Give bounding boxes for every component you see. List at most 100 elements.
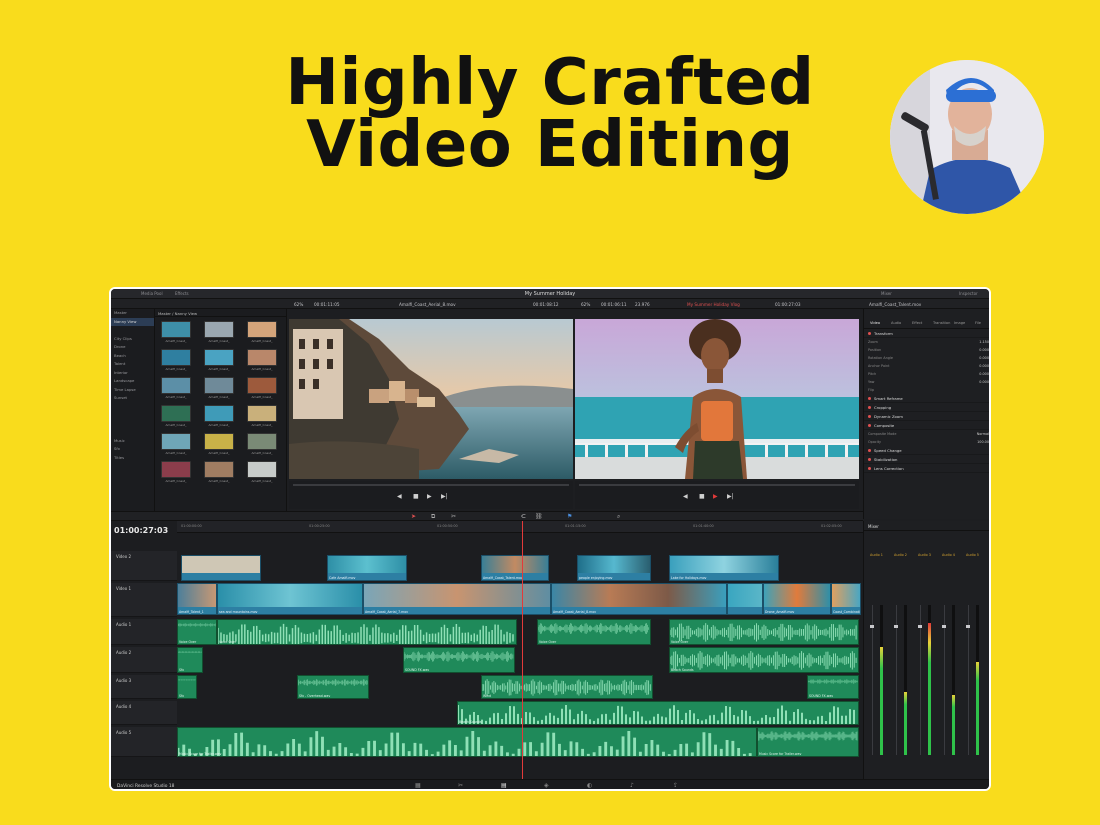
- page-deliver-icon[interactable]: ⇪: [673, 782, 678, 789]
- section-enabled-icon[interactable]: [868, 414, 871, 418]
- param-value[interactable]: 0.000: [979, 348, 989, 352]
- media-clip[interactable]: Amalfi_Coast_: [247, 405, 277, 427]
- media-clip[interactable]: Amalfi_Coast_: [161, 461, 191, 483]
- section-enabled-icon[interactable]: [868, 396, 871, 400]
- video-clip[interactable]: Coast_Combination: [831, 583, 861, 615]
- bin-item[interactable]: Beach: [111, 352, 154, 361]
- media-clip[interactable]: Amalfi_Coast_: [161, 349, 191, 371]
- source-play-reverse-icon[interactable]: ◀: [397, 493, 402, 500]
- video-clip[interactable]: Amalfi_Coast_Talent.mov: [481, 555, 549, 581]
- audio-clip[interactable]: Voice Over: [177, 619, 217, 645]
- param-value[interactable]: 0.000: [979, 372, 989, 376]
- inspector-param[interactable]: Flip: [864, 386, 989, 394]
- fader-knob[interactable]: [942, 625, 946, 628]
- video-clip[interactable]: sea and mountains.mov: [217, 583, 363, 615]
- audio-clip[interactable]: Music Score for Trailer.wav: [757, 727, 859, 757]
- audio-clip[interactable]: Music Score for Trailer.wav: [177, 727, 757, 757]
- media-clip[interactable]: Amalfi_Coast_: [161, 377, 191, 399]
- audio-clip[interactable]: SOUND FX.wav: [807, 675, 859, 699]
- bin-item[interactable]: Master: [111, 309, 154, 318]
- inspector-tab[interactable]: Transition: [933, 321, 950, 325]
- media-clip[interactable]: Amalfi_Coast_: [247, 377, 277, 399]
- page-color-icon[interactable]: ◐: [587, 782, 592, 789]
- param-value[interactable]: 100.00: [977, 440, 989, 444]
- timeline-scrubber[interactable]: [579, 484, 855, 486]
- inspector-tab[interactable]: Image: [954, 321, 965, 325]
- inspector-tab[interactable]: Effect: [912, 321, 922, 325]
- media-clip[interactable]: Amalfi_Coast_: [161, 321, 191, 343]
- timeline-next-icon[interactable]: ▶|: [727, 493, 734, 500]
- audio-clip[interactable]: Voice Over: [537, 619, 651, 645]
- channel-fader[interactable]: [894, 605, 898, 755]
- source-viewer[interactable]: [289, 319, 573, 479]
- media-clip[interactable]: Amalfi_Coast_: [204, 349, 234, 371]
- snapping-icon[interactable]: ⊂: [521, 513, 526, 520]
- bin-item[interactable]: [111, 420, 154, 429]
- source-next-icon[interactable]: ▶|: [441, 493, 448, 500]
- media-clip[interactable]: Amalfi_Coast_: [204, 321, 234, 343]
- channel-fader[interactable]: [942, 605, 946, 755]
- param-value[interactable]: Normal: [977, 432, 989, 436]
- audio-clip[interactable]: Voice Over: [669, 619, 859, 645]
- inspector-param[interactable]: Position 0.000: [864, 346, 989, 354]
- video-clip[interactable]: Lake for Holidays.mov: [669, 555, 779, 581]
- mixer-toggle[interactable]: Mixer: [881, 291, 892, 296]
- media-clip[interactable]: Amalfi_Coast_: [204, 433, 234, 455]
- track-header[interactable]: Audio 1: [111, 619, 177, 645]
- section-enabled-icon[interactable]: [868, 405, 871, 409]
- media-clip[interactable]: Amalfi_Coast_: [204, 461, 234, 483]
- timeline-play-icon[interactable]: ▶: [713, 493, 718, 500]
- source-stop-icon[interactable]: ■: [413, 493, 419, 500]
- audio-clip[interactable]: SOUND FX.wav: [403, 647, 515, 673]
- audio-clip[interactable]: Wind: [481, 675, 653, 699]
- bin-item[interactable]: Sunset: [111, 394, 154, 403]
- inspector-param[interactable]: Yaw 0.000: [864, 378, 989, 386]
- bin-item[interactable]: [111, 326, 154, 335]
- inspector-tab[interactable]: File: [975, 321, 981, 325]
- timeline-play-reverse-icon[interactable]: ◀: [683, 493, 688, 500]
- media-clip[interactable]: Amalfi_Coast_: [247, 461, 277, 483]
- channel-fader[interactable]: [966, 605, 970, 755]
- audio-clip[interactable]: Sfx: [177, 647, 203, 673]
- flag-icon[interactable]: ⚑: [567, 513, 572, 520]
- page-media-icon[interactable]: ▦: [415, 782, 421, 789]
- track-header[interactable]: Video 1: [111, 583, 177, 617]
- inspector-section[interactable]: Speed Change: [864, 446, 989, 455]
- param-value[interactable]: 0.000: [979, 380, 989, 384]
- source-scrubber[interactable]: [293, 484, 569, 486]
- fader-knob[interactable]: [966, 625, 970, 628]
- fader-knob[interactable]: [894, 625, 898, 628]
- media-clip[interactable]: Amalfi_Coast_: [204, 405, 234, 427]
- bin-item[interactable]: Talent: [111, 360, 154, 369]
- bin-item[interactable]: Sfx: [111, 445, 154, 454]
- timeline-stop-icon[interactable]: ■: [699, 493, 705, 500]
- source-play-icon[interactable]: ▶: [427, 493, 432, 500]
- audio-clip[interactable]: Sfx - Overhead.wav: [297, 675, 369, 699]
- bin-item[interactable]: [111, 403, 154, 412]
- audio-clip[interactable]: Beach Sounds: [457, 701, 859, 725]
- inspector-param[interactable]: Rotation Angle 0.000: [864, 354, 989, 362]
- inspector-section[interactable]: Composite: [864, 421, 989, 430]
- section-enabled-icon[interactable]: [868, 457, 871, 461]
- media-clip[interactable]: Amalfi_Coast_: [204, 377, 234, 399]
- selection-tool-icon[interactable]: ➤: [411, 513, 416, 520]
- media-clip[interactable]: Amalfi_Coast_: [247, 321, 277, 343]
- inspector-param[interactable]: Anchor Point 0.000: [864, 362, 989, 370]
- audio-clip[interactable]: Voice Over: [217, 619, 517, 645]
- section-enabled-icon[interactable]: [868, 331, 871, 335]
- video-clip[interactable]: [727, 583, 763, 615]
- channel-fader[interactable]: [870, 605, 874, 755]
- page-cut-icon[interactable]: ✂: [458, 782, 463, 789]
- page-fusion-icon[interactable]: ◈: [544, 782, 549, 789]
- source-clip-name[interactable]: Amalfi_Coast_Aerial_8.mov: [399, 302, 456, 307]
- inspector-toggle[interactable]: Inspector: [959, 291, 978, 296]
- trim-tool-icon[interactable]: ⧉: [431, 513, 435, 521]
- timeline-zoom[interactable]: 62%: [581, 302, 590, 307]
- inspector-param[interactable]: Zoom 1.150: [864, 338, 989, 346]
- fader-knob[interactable]: [870, 625, 874, 628]
- timeline-name[interactable]: My Summer Holiday Vlog: [687, 302, 740, 307]
- param-value[interactable]: 0.000: [979, 356, 989, 360]
- track-header[interactable]: Audio 5: [111, 727, 177, 757]
- link-icon[interactable]: ⛓: [535, 513, 543, 520]
- media-clip[interactable]: Amalfi_Coast_: [161, 405, 191, 427]
